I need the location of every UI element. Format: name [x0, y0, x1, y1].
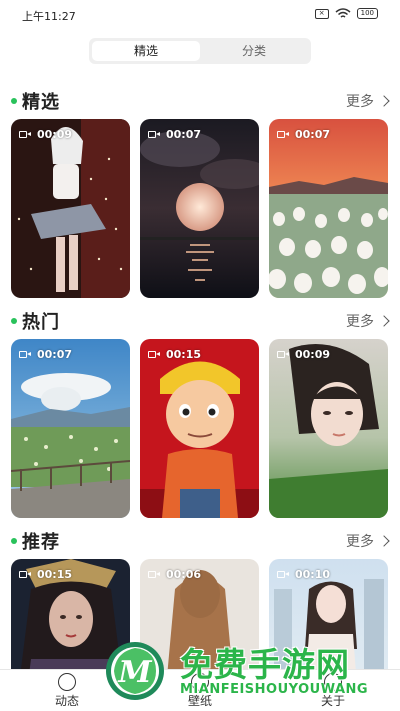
video-duration: 00:15 [148, 348, 201, 361]
tab-category[interactable]: 分类 [200, 41, 308, 61]
watermark: M 免费手游网 MIANFEISHOUYOUWANG [104, 636, 386, 706]
tab-switcher: 精选 分类 [89, 38, 311, 64]
video-thumbnail [269, 119, 388, 298]
chevron-right-icon [378, 315, 390, 327]
video-duration: 00:09 [277, 348, 330, 361]
video-thumbnail [11, 119, 130, 298]
video-duration: 00:07 [277, 128, 330, 141]
watermark-title: 免费手游网 [180, 645, 350, 684]
watermark-logo-icon: M [106, 642, 164, 700]
more-label: 更多 [346, 534, 374, 550]
battery-icon: 100 [356, 8, 378, 19]
status-bar: 上午11:27 × 100 [0, 0, 400, 30]
video-duration: 00:09 [19, 128, 72, 141]
nav-item-feed[interactable]: 动态 [17, 670, 117, 711]
section-header-featured: 精选 更多 [0, 88, 400, 114]
video-duration: 00:10 [277, 568, 330, 581]
video-duration: 00:15 [19, 568, 72, 581]
video-duration: 00:06 [148, 568, 201, 581]
video-card[interactable]: 00:07 [269, 119, 388, 298]
more-link[interactable]: 更多 [346, 531, 390, 551]
video-camera-icon [277, 130, 289, 139]
video-camera-icon [19, 350, 31, 359]
status-icons: × 100 [314, 8, 378, 19]
video-thumbnail [269, 339, 388, 518]
video-camera-icon [148, 350, 160, 359]
section-title: 精选 [22, 92, 60, 113]
wifi-icon [335, 8, 351, 18]
video-card[interactable]: 00:07 [11, 339, 130, 518]
sim-off-icon: × [314, 8, 329, 19]
video-card[interactable]: 00:09 [269, 339, 388, 518]
tab-featured[interactable]: 精选 [92, 41, 200, 61]
video-camera-icon [19, 130, 31, 139]
video-duration: 00:07 [148, 128, 201, 141]
chevron-right-icon [378, 535, 390, 547]
video-camera-icon [19, 570, 31, 579]
section-title: 热门 [22, 312, 60, 333]
video-camera-icon [277, 350, 289, 359]
more-link[interactable]: 更多 [346, 91, 390, 111]
feed-icon [58, 673, 76, 691]
video-thumbnail [140, 119, 259, 298]
video-card[interactable]: 00:09 [11, 119, 130, 298]
video-duration: 00:07 [19, 348, 72, 361]
video-camera-icon [148, 130, 160, 139]
status-time: 上午11:27 [22, 10, 76, 23]
chevron-right-icon [378, 95, 390, 107]
nav-label: 动态 [54, 694, 79, 708]
more-label: 更多 [346, 94, 374, 110]
video-thumbnail [140, 339, 259, 518]
video-camera-icon [277, 570, 289, 579]
more-label: 更多 [346, 314, 374, 330]
watermark-subtitle: MIANFEISHOUYOUWANG [180, 682, 369, 697]
section-title: 推荐 [22, 532, 60, 553]
section-dot-icon [11, 98, 17, 104]
video-thumbnail [11, 339, 130, 518]
section-dot-icon [11, 538, 17, 544]
video-card[interactable]: 00:07 [140, 119, 259, 298]
section-header-hot: 热门 更多 [0, 308, 400, 334]
section-header-recommended: 推荐 更多 [0, 528, 400, 554]
section-dot-icon [11, 318, 17, 324]
video-camera-icon [148, 570, 160, 579]
video-card[interactable]: 00:15 [140, 339, 259, 518]
more-link[interactable]: 更多 [346, 311, 390, 331]
svg-text:M: M [117, 655, 152, 690]
